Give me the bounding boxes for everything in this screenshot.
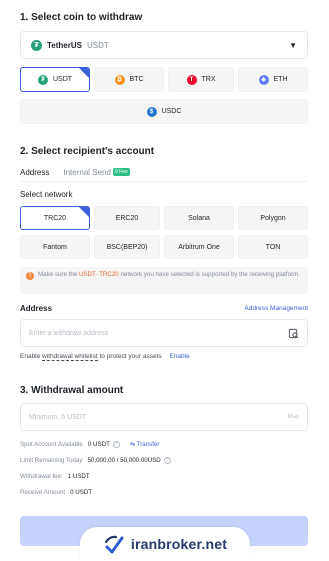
recipient-tabs: Address Internal Send 0 Fee bbox=[20, 165, 144, 182]
caret-down-icon: ▼ bbox=[289, 40, 297, 50]
max-button[interactable]: Max bbox=[288, 414, 299, 420]
info-label: Spot Account Available bbox=[20, 441, 83, 448]
help-icon[interactable]: ? bbox=[112, 441, 120, 448]
whitelist-link[interactable]: withdrawal whitelist bbox=[42, 353, 98, 361]
tab-internal-send-label: Internal Send bbox=[63, 167, 111, 177]
coin-chip-usdc[interactable]: $ USDC bbox=[20, 99, 308, 124]
notice-prefix: Make sure the bbox=[38, 271, 79, 278]
notice-highlight: USDT- TRC20 bbox=[78, 271, 119, 278]
bitcoin-icon: ₿ bbox=[114, 74, 125, 85]
paste-icon[interactable] bbox=[288, 328, 299, 339]
whitelist-hint: Enable withdrawal whitelist to protect y… bbox=[20, 353, 190, 361]
network-notice: ! Make sure the USDT- TRC20 network you … bbox=[20, 267, 308, 294]
tether-icon: ₮ bbox=[37, 74, 48, 85]
address-label: Address bbox=[20, 304, 53, 313]
network-chip-ton[interactable]: TON bbox=[238, 235, 308, 259]
coin-chip-label: TRX bbox=[201, 76, 216, 83]
warning-icon: ! bbox=[26, 272, 34, 280]
notice-suffix: network you have selected is supported b… bbox=[118, 271, 300, 278]
iranbroker-logo-icon bbox=[104, 535, 124, 554]
network-chip-label: TON bbox=[265, 243, 281, 251]
whitelist-prefix: Enable bbox=[20, 353, 43, 360]
help-icon[interactable]: ? bbox=[163, 457, 171, 464]
network-chip-label: Fantom bbox=[43, 243, 67, 251]
info-row: Withdrawal fee: 1 USDT bbox=[20, 473, 90, 480]
info-value: 1 USDT bbox=[67, 473, 90, 480]
info-row: Receive Amount 0 USDT bbox=[20, 489, 92, 496]
watermark: iranbroker.net bbox=[80, 527, 250, 561]
network-chip-label: Polygon bbox=[260, 214, 286, 222]
coin-chip-btc[interactable]: ₿ BTC bbox=[94, 67, 164, 92]
info-value: 0 USDT bbox=[87, 441, 110, 448]
address-input[interactable]: Enter a withdraw address bbox=[20, 319, 308, 347]
info-label: Withdrawal fee: bbox=[20, 473, 63, 480]
withdraw-page: 1. Select coin to withdraw ₮ TetherUS US… bbox=[0, 0, 329, 561]
step2-title: 2. Select recipient's account bbox=[20, 146, 155, 157]
zero-fee-badge: 0 Fee bbox=[112, 168, 130, 176]
whitelist-suffix: to protect your assets bbox=[97, 353, 162, 360]
coin-chip-label: USDT bbox=[52, 76, 73, 83]
tab-address-label: Address bbox=[20, 167, 50, 177]
coin-chip-trx[interactable]: T TRX bbox=[168, 67, 234, 92]
network-chip-bsc-bep20[interactable]: BSC(BEP20) bbox=[94, 235, 160, 259]
whitelist-enable-link[interactable]: Enable bbox=[169, 353, 189, 360]
coin-name: TetherUS bbox=[47, 40, 82, 50]
coin-symbol: USDT bbox=[86, 40, 109, 50]
network-chip-erc20[interactable]: ERC20 bbox=[94, 206, 160, 230]
coin-chip-label: BTC bbox=[129, 76, 144, 83]
info-value: 50,000.00 / 50,000.00USD bbox=[87, 457, 161, 464]
address-placeholder: Enter a withdraw address bbox=[29, 329, 108, 337]
select-network-label: Select network bbox=[20, 190, 73, 199]
network-chip-label: Solana bbox=[188, 214, 210, 222]
coin-chip-eth[interactable]: ◆ ETH bbox=[238, 67, 308, 92]
info-value: 0 USDT bbox=[70, 489, 93, 496]
ethereum-icon: ◆ bbox=[258, 74, 269, 85]
tab-internal-send[interactable]: Internal Send 0 Fee bbox=[63, 165, 130, 179]
step1-title: 1. Select coin to withdraw bbox=[20, 12, 143, 23]
network-chip-label: ERC20 bbox=[115, 214, 139, 222]
tab-address[interactable]: Address bbox=[20, 165, 50, 182]
network-chip-arbitrum-one[interactable]: Arbitrum One bbox=[164, 235, 234, 259]
network-chip-label: TRC20 bbox=[43, 214, 67, 222]
address-management-link[interactable]: Address Management bbox=[244, 305, 308, 312]
tron-icon: T bbox=[186, 74, 197, 85]
coin-select[interactable]: ₮ TetherUS USDT ▼ bbox=[20, 31, 308, 59]
step3-title: 3. Withdrawal amount bbox=[20, 385, 124, 396]
watermark-text: iranbroker.net bbox=[130, 536, 228, 552]
network-chip-fantom[interactable]: Fantom bbox=[20, 235, 90, 259]
info-label: Receive Amount bbox=[20, 489, 66, 496]
transfer-link[interactable]: ⇆ Transfer bbox=[130, 441, 160, 448]
amount-placeholder: Minimum: 5 USDT bbox=[29, 413, 87, 421]
network-chip-solana[interactable]: Solana bbox=[164, 206, 234, 230]
tabs-divider bbox=[20, 181, 308, 182]
info-row: Spot Account Available 0 USDT? ⇆ Transfer bbox=[20, 441, 159, 448]
network-chip-trc20[interactable]: TRC20 bbox=[20, 206, 90, 230]
info-row: Limit Remaining Today 50,000.00 / 50,000.… bbox=[20, 457, 171, 464]
usdc-icon: $ bbox=[146, 106, 157, 117]
coin-chip-label: ETH bbox=[273, 76, 288, 83]
coin-chip-label: USDC bbox=[161, 108, 182, 115]
info-label: Limit Remaining Today bbox=[20, 457, 83, 464]
amount-input[interactable]: Minimum: 5 USDT Max bbox=[20, 403, 308, 431]
network-chip-polygon[interactable]: Polygon bbox=[238, 206, 308, 230]
coin-chip-usdt[interactable]: ₮ USDT bbox=[20, 67, 90, 92]
network-chip-label: BSC(BEP20) bbox=[106, 243, 148, 251]
network-chip-label: Arbitrum One bbox=[178, 243, 220, 251]
tether-icon: ₮ bbox=[31, 39, 42, 51]
